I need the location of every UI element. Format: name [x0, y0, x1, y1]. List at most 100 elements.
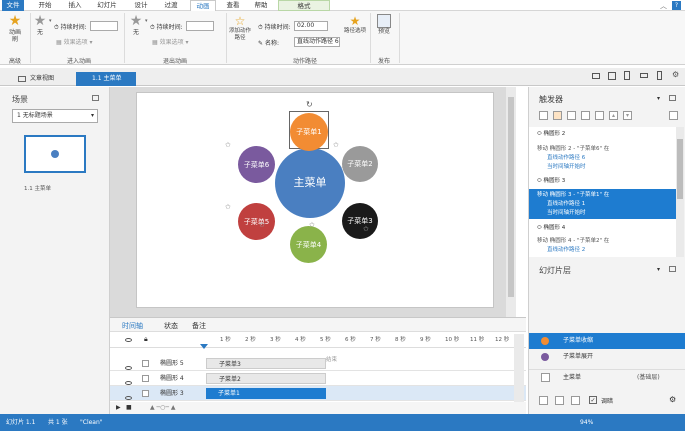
- phone-portrait-icon[interactable]: [657, 71, 662, 80]
- trigger-item-selected[interactable]: 移动 椭圆形 3 - "子菜单1" 在 直线动作路径 1 当时间轴开始时: [529, 189, 676, 219]
- timeline-bar[interactable]: 子菜单3: [206, 358, 326, 369]
- exit-none-button[interactable]: ★ 无: [128, 14, 144, 37]
- entrance-duration-field[interactable]: [90, 21, 118, 31]
- trigger-when-link[interactable]: 当时间轴开始时: [547, 163, 586, 172]
- entrance-none-button[interactable]: ★ 无: [32, 14, 48, 37]
- tab-view[interactable]: 查看: [222, 0, 244, 11]
- copy-icon[interactable]: [567, 111, 576, 120]
- timeline-row[interactable]: 椭圆形 5 子菜单3: [110, 356, 526, 371]
- tab-main-menu-slide[interactable]: 1.1 主菜单: [76, 72, 136, 86]
- tab-animations[interactable]: 动画: [190, 0, 216, 11]
- tab-story-view[interactable]: 文章视图: [14, 72, 80, 86]
- tablet-landscape-icon[interactable]: [608, 72, 616, 80]
- animation-marker-icon[interactable]: ✩: [225, 203, 231, 211]
- animation-marker-icon[interactable]: ✩: [363, 225, 369, 233]
- play-icon[interactable]: ▶: [116, 404, 121, 411]
- tab-insert[interactable]: 插入: [64, 0, 86, 11]
- submenu-5-circle[interactable]: 子菜单5: [238, 203, 275, 240]
- timeline-bar[interactable]: 子菜单1: [206, 388, 326, 399]
- panel-float-icon[interactable]: [669, 95, 676, 101]
- tab-file[interactable]: 文件: [2, 0, 24, 11]
- scrollbar-thumb[interactable]: [677, 139, 683, 199]
- animation-marker-icon[interactable]: ✩: [309, 221, 315, 229]
- animation-painter-button[interactable]: ★ 动画 刷: [5, 14, 25, 44]
- lock-checkbox[interactable]: [142, 360, 149, 367]
- collapse-icon[interactable]: ▾: [657, 95, 660, 102]
- scrollbar-thumb[interactable]: [508, 97, 514, 297]
- exit-dropdown-arrow[interactable]: ▾: [145, 18, 148, 24]
- panel-float-icon[interactable]: [669, 266, 676, 272]
- phone-landscape-icon[interactable]: [640, 73, 648, 78]
- dim-checkbox[interactable]: ✓: [589, 396, 597, 404]
- tab-states[interactable]: 状态: [164, 321, 178, 331]
- triggers-scrollbar[interactable]: [676, 127, 684, 257]
- timeline-row[interactable]: 椭圆形 4 子菜单2: [110, 371, 526, 386]
- path-name-field[interactable]: 直线动作路径 6: [294, 37, 340, 47]
- preview-button[interactable]: 预览: [373, 14, 395, 35]
- collapse-icon[interactable]: ▾: [657, 266, 660, 273]
- paste-icon[interactable]: [581, 111, 590, 120]
- stop-icon[interactable]: ■: [126, 404, 132, 411]
- collapse-ribbon-icon[interactable]: ︿: [660, 1, 669, 10]
- tab-notes[interactable]: 备注: [192, 321, 206, 331]
- layer-item[interactable]: 子菜单展开: [529, 349, 685, 365]
- zoom-slider[interactable]: ▲ ─○─ ▲: [150, 404, 176, 411]
- scene-dropdown[interactable]: 1 无标题场景 ▾: [12, 109, 98, 123]
- tab-design[interactable]: 设计: [130, 0, 152, 11]
- eye-icon[interactable]: [125, 336, 132, 344]
- lock-icon[interactable]: 🔒︎: [144, 335, 148, 344]
- settings-icon[interactable]: ⚙: [672, 70, 679, 79]
- playhead-icon[interactable]: [200, 344, 208, 349]
- trigger-item[interactable]: 移动 椭圆形 4 - "子菜单2" 在: [537, 237, 609, 246]
- submenu-1-circle[interactable]: 子菜单1: [290, 113, 328, 151]
- animation-marker-icon[interactable]: ✩: [259, 221, 265, 229]
- tab-slides[interactable]: 幻灯片: [94, 0, 120, 11]
- main-menu-circle[interactable]: 主菜单: [275, 148, 345, 218]
- tab-timeline[interactable]: 时间轴: [122, 321, 143, 331]
- tab-transitions[interactable]: 过渡: [160, 0, 182, 11]
- tab-format[interactable]: 格式: [278, 0, 330, 11]
- path-options-button[interactable]: ★ 路径选项: [344, 14, 366, 35]
- submenu-3-circle[interactable]: 子菜单3: [342, 203, 378, 239]
- trigger-path-link[interactable]: 直线动作路径 2: [547, 246, 585, 255]
- submenu-2-circle[interactable]: 子菜单2: [342, 146, 378, 182]
- add-motion-path-button[interactable]: ☆ 添加动作路径: [228, 14, 252, 42]
- edit-trigger-icon[interactable]: [553, 111, 562, 120]
- entrance-dropdown-arrow[interactable]: ▾: [49, 18, 52, 24]
- canvas-vertical-scrollbar[interactable]: [506, 87, 516, 317]
- new-trigger-icon[interactable]: [539, 111, 548, 120]
- delete-layer-icon[interactable]: [571, 396, 580, 405]
- path-duration-field[interactable]: 02.00: [294, 21, 328, 31]
- trigger-item[interactable]: 移动 椭圆形 2 - "子菜单6" 在: [537, 145, 609, 154]
- rotate-handle-icon[interactable]: ↻: [306, 100, 313, 109]
- slide-canvas[interactable]: ↻ 主菜单 子菜单1 子菜单2 子菜单3 子菜单4 子菜单5 子菜单6 ✩ ✩ …: [136, 92, 494, 308]
- timeline-row[interactable]: 椭圆形 3 子菜单1: [110, 386, 526, 401]
- delete-icon[interactable]: [595, 111, 604, 120]
- animation-marker-icon[interactable]: ✩: [333, 141, 339, 149]
- exit-duration-field[interactable]: [186, 21, 214, 31]
- desktop-view-icon[interactable]: [592, 73, 600, 79]
- lock-checkbox[interactable]: [142, 390, 149, 397]
- trigger-path-link[interactable]: 直线动作路径 6: [547, 154, 585, 163]
- duplicate-layer-icon[interactable]: [555, 396, 564, 405]
- submenu-4-circle[interactable]: 子菜单4: [290, 226, 327, 263]
- animation-marker-icon[interactable]: ✩: [225, 141, 231, 149]
- exit-effect-options[interactable]: ▦ 效果选项 ▾: [152, 37, 189, 46]
- layer-item-selected[interactable]: 子菜单收缩: [529, 333, 685, 349]
- new-layer-icon[interactable]: [539, 396, 548, 405]
- lock-checkbox[interactable]: [142, 375, 149, 382]
- timeline-scrollbar[interactable]: [514, 334, 524, 402]
- tab-help[interactable]: 帮助: [250, 0, 272, 11]
- entrance-effect-options[interactable]: ▦ 效果选项 ▾: [56, 37, 93, 46]
- help-icon[interactable]: ?: [672, 1, 681, 10]
- move-up-icon[interactable]: ▴: [609, 111, 618, 120]
- submenu-6-circle[interactable]: 子菜单6: [238, 146, 275, 183]
- base-layer[interactable]: 主菜单 (基础层): [529, 369, 685, 385]
- tablet-portrait-icon[interactable]: [624, 71, 630, 80]
- tab-home[interactable]: 开始: [34, 0, 56, 11]
- move-down-icon[interactable]: ▾: [623, 111, 632, 120]
- layer-settings-icon[interactable]: ⚙: [669, 395, 676, 404]
- slide-thumbnail[interactable]: [24, 135, 86, 173]
- timeline-bar[interactable]: 子菜单2: [206, 373, 326, 384]
- panel-float-icon[interactable]: [92, 95, 99, 101]
